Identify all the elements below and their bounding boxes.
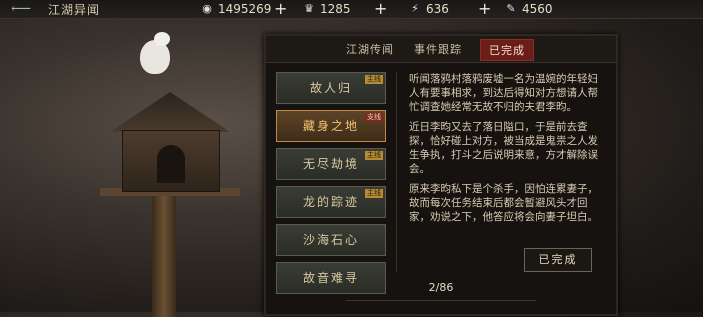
quest-item-label: 故人归 xyxy=(309,81,352,95)
side-quest-badge: 支线 xyxy=(365,113,383,122)
back-arrow-icon[interactable]: ⟵ xyxy=(4,2,38,16)
page-title: 江湖异闻 xyxy=(48,3,101,17)
add-silver-button[interactable]: + xyxy=(374,0,387,18)
pager-divider xyxy=(346,300,536,301)
description-paragraph: 近日李昀又去了落日隘口，于是前去查探，恰好碰上对方，被当成是鬼祟之人发生争执，打… xyxy=(409,121,598,175)
coin-icon: ◉ xyxy=(202,2,212,15)
coin-resource: ◉ 1495269 xyxy=(200,0,271,18)
silver-ingot-icon: ♛ xyxy=(304,2,314,15)
birdhouse-pole xyxy=(152,192,176,317)
ticket-icon: ✎ xyxy=(506,2,516,15)
quest-item-label: 无尽劫境 xyxy=(302,157,359,171)
quest-item-label: 藏身之地 xyxy=(302,119,359,133)
quest-item[interactable]: 龙的踪迹 主线 xyxy=(276,186,386,218)
main-quest-badge: 主线 xyxy=(365,75,383,84)
tab-bar: 江湖传闻 事件跟踪 已完成 xyxy=(266,36,616,63)
ticket-value: 4560 xyxy=(522,2,553,16)
quest-item-label: 龙的踪迹 xyxy=(302,195,359,209)
description-paragraph: 听闻落鸦村落鸦废墟一名为温婉的年轻妇人有要事相求，到达后得知对方想请人帮忙调查她… xyxy=(409,73,598,113)
completed-button[interactable]: 已完成 xyxy=(524,248,592,272)
quest-item[interactable]: 沙海石心 xyxy=(276,224,386,256)
quest-item-selected[interactable]: 藏身之地 支线 xyxy=(276,110,386,142)
tab-completed[interactable]: 已完成 xyxy=(480,39,534,61)
quest-list: 故人归 主线 藏身之地 支线 无尽劫境 主线 龙的踪迹 主线 沙海石心 故音难寻 xyxy=(276,72,386,300)
lightning-icon: ⚡ xyxy=(411,2,419,15)
birdhouse xyxy=(122,130,220,192)
main-quest-badge: 主线 xyxy=(365,189,383,198)
tab-rumors[interactable]: 江湖传闻 xyxy=(346,41,394,57)
tab-tracking[interactable]: 事件跟踪 xyxy=(414,41,462,57)
silver-value: 1285 xyxy=(320,2,351,16)
birdhouse-roof xyxy=(110,92,230,132)
quest-panel: 江湖传闻 事件跟踪 已完成 故人归 主线 藏身之地 支线 无尽劫境 主线 龙的踪… xyxy=(264,34,618,316)
pigeon-icon xyxy=(134,30,178,84)
quest-description[interactable]: 听闻落鸦村落鸦废墟一名为温婉的年轻妇人有要事相求，到达后得知对方想请人帮忙调查她… xyxy=(396,72,606,272)
add-stamina-button[interactable]: + xyxy=(478,0,491,18)
page-counter: 2/86 xyxy=(428,281,454,294)
quest-item-label: 沙海石心 xyxy=(302,233,359,247)
stamina-value: 636 xyxy=(426,2,449,16)
coin-value: 1495269 xyxy=(218,2,272,16)
silver-resource: ♛ 1285 xyxy=(302,0,351,18)
birdhouse-illustration xyxy=(60,22,270,317)
birdhouse-door xyxy=(157,145,185,183)
description-paragraph: 原来李昀私下是个杀手，因怕连累妻子，故而每次任务结束后都会暂避风头才回家，劝说之… xyxy=(409,183,598,223)
add-coin-button[interactable]: + xyxy=(274,0,287,18)
quest-item[interactable]: 无尽劫境 主线 xyxy=(276,148,386,180)
ticket-resource: ✎ 4560 xyxy=(504,0,553,18)
stamina-resource: ⚡ 636 xyxy=(408,0,449,18)
main-quest-badge: 主线 xyxy=(365,151,383,160)
quest-item[interactable]: 故人归 主线 xyxy=(276,72,386,104)
top-bar: ⟵ 江湖异闻 ◉ 1495269 + ♛ 1285 + ⚡ 636 + ✎ 45… xyxy=(0,0,703,19)
